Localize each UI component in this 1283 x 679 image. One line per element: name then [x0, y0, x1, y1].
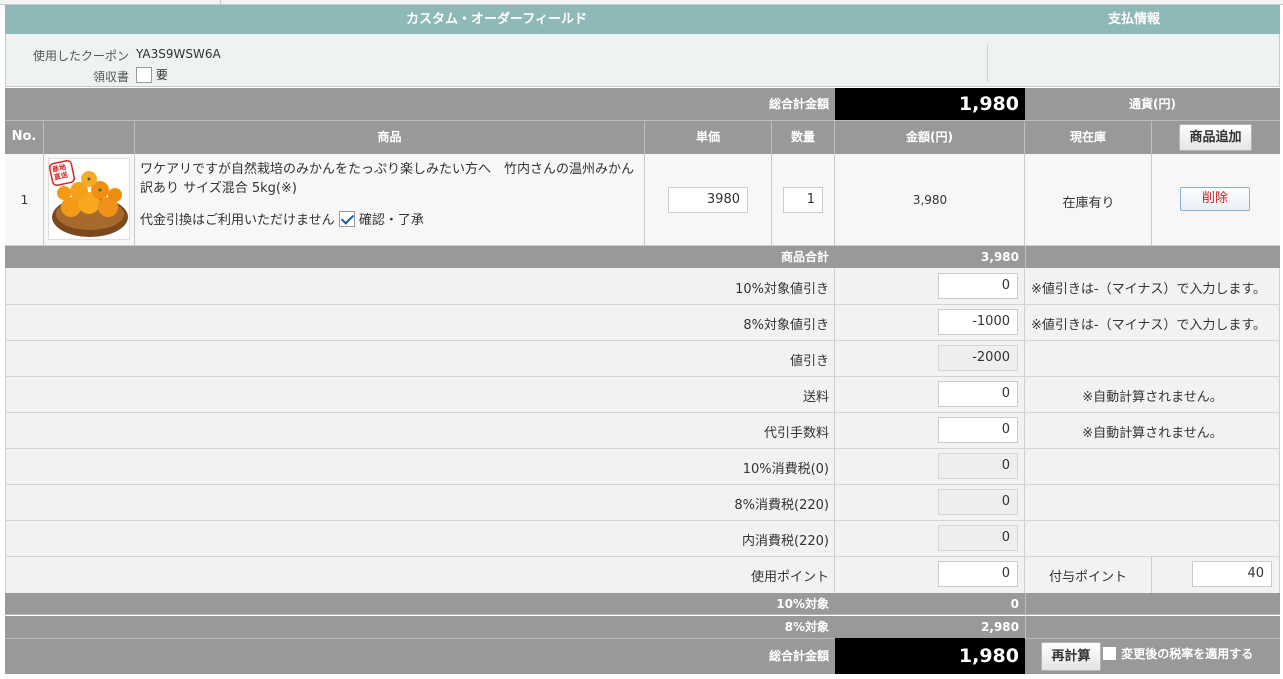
cod-note-group: 代金引換はご利用いただけません 確認・了承 — [140, 209, 424, 228]
col-no-header: No. — [5, 120, 44, 154]
discount-label: 値引き — [789, 354, 829, 369]
product-name: ワケアリですが自然栽培のみかんをたっぷり楽しみたい方へ 竹内さんの温州みかん訳あ… — [140, 162, 635, 196]
bottom-total-label: 総合計金額 — [768, 649, 829, 663]
inner-tax-input: 0 — [938, 525, 1018, 551]
discount-note-1: ※値引きは-（マイナス）で入力します。 — [1031, 282, 1267, 297]
coupon-value: YA3S9WSW6A — [136, 47, 221, 61]
row-line — [5, 556, 1280, 557]
coupon-label: 使用したクーポン — [32, 49, 129, 63]
use-point-input[interactable]: 0 — [938, 561, 1018, 587]
cod-note: 代金引換はご利用いただけません — [140, 213, 335, 228]
product-image[interactable]: 産地直送 — [48, 158, 130, 240]
subtotal-label: 商品合計 — [780, 250, 829, 264]
target8-divider — [1025, 616, 1026, 638]
apply-rate-group[interactable]: 変更後の税率を適用する — [1102, 645, 1253, 662]
apply-rate-checkbox[interactable] — [1102, 646, 1117, 661]
receipt-checkbox-group[interactable]: 要 — [136, 66, 168, 83]
shipping-input[interactable]: 0 — [938, 381, 1018, 407]
cod-fee-auto-note: ※自動計算されません。 — [1082, 426, 1223, 441]
shipping-label: 送料 — [802, 390, 829, 405]
subtotal-value: 3,980 — [981, 250, 1019, 264]
target10-divider — [1025, 593, 1026, 615]
subtotal-divider — [1025, 246, 1026, 268]
target8-label: 8%対象 — [784, 620, 829, 634]
row-line — [5, 520, 1280, 521]
grant-point-input[interactable]: 40 — [1192, 561, 1272, 587]
receipt-label: 領収書 — [92, 70, 129, 84]
cod-confirm-checkbox[interactable] — [338, 210, 355, 227]
discount-note-2: ※値引きは-（マイナス）で入力します。 — [1031, 318, 1267, 333]
col-image-header — [44, 120, 135, 154]
col-quantity-header: 数量 — [772, 120, 835, 154]
row-no: 1 — [20, 193, 29, 207]
apply-rate-label: 変更後の税率を適用する — [1121, 647, 1254, 661]
cod-confirm-label: 確認・了承 — [358, 213, 424, 228]
top-total-label: 総合計金額 — [768, 97, 829, 111]
receipt-checkbox[interactable] — [136, 66, 152, 83]
tax8-label: 8%消費税(220) — [734, 498, 829, 513]
shipping-auto-note: ※自動計算されません。 — [1082, 390, 1223, 405]
unit-price-input[interactable]: 3980 — [668, 187, 748, 213]
row-amount: 3,980 — [912, 193, 948, 207]
row-line — [5, 448, 1280, 449]
receipt-option-label: 要 — [155, 68, 168, 82]
currency-label: 通貨(円) — [1129, 97, 1176, 111]
discount10-input[interactable]: 0 — [938, 273, 1018, 299]
row-line — [5, 376, 1280, 377]
row-line — [5, 340, 1280, 341]
cod-fee-label: 代引手数料 — [763, 426, 829, 441]
inner-tax-label: 内消費税(220) — [742, 534, 829, 549]
recalculate-button[interactable]: 再計算 — [1041, 642, 1101, 671]
target10-value: 0 — [1010, 597, 1019, 611]
row-line — [5, 484, 1280, 485]
add-product-button[interactable]: 商品追加 — [1179, 124, 1252, 151]
discount8-label: 8%対象値引き — [743, 318, 829, 333]
bottom-total-value: 1,980 — [835, 638, 1025, 674]
custom-fields-title: カスタム・オーダーフィールド — [406, 12, 587, 27]
payment-divider — [987, 44, 988, 82]
adjustments-col-line-1 — [834, 268, 835, 593]
col-product-header: 商品 — [135, 120, 645, 154]
payment-title: 支払情報 — [1107, 12, 1160, 27]
discount-input: -2000 — [938, 345, 1018, 371]
row-line — [5, 304, 1280, 305]
delete-button[interactable]: 削除 — [1180, 187, 1250, 211]
points-divider — [1151, 557, 1152, 593]
grant-point-label: 付与ポイント — [1049, 570, 1128, 585]
discount10-label: 10%対象値引き — [735, 282, 829, 297]
cod-fee-input[interactable]: 0 — [938, 417, 1018, 443]
tax8-input: 0 — [938, 489, 1018, 515]
tax10-label: 10%消費税(0) — [742, 462, 829, 477]
col-stock-header: 現在庫 — [1025, 120, 1152, 154]
discount8-input[interactable]: -1000 — [938, 309, 1018, 335]
quantity-input[interactable]: 1 — [783, 187, 823, 213]
use-point-label: 使用ポイント — [750, 570, 829, 585]
tax10-input: 0 — [938, 453, 1018, 479]
col-amount-header: 金額(円) — [835, 120, 1025, 154]
target10-label: 10%対象 — [776, 597, 829, 611]
row-stock: 在庫有り — [1062, 196, 1115, 211]
top-total-value: 1,980 — [835, 88, 1025, 120]
col-unit-price-header: 単価 — [645, 120, 772, 154]
target8-value: 2,980 — [981, 620, 1019, 634]
row-line — [5, 412, 1280, 413]
